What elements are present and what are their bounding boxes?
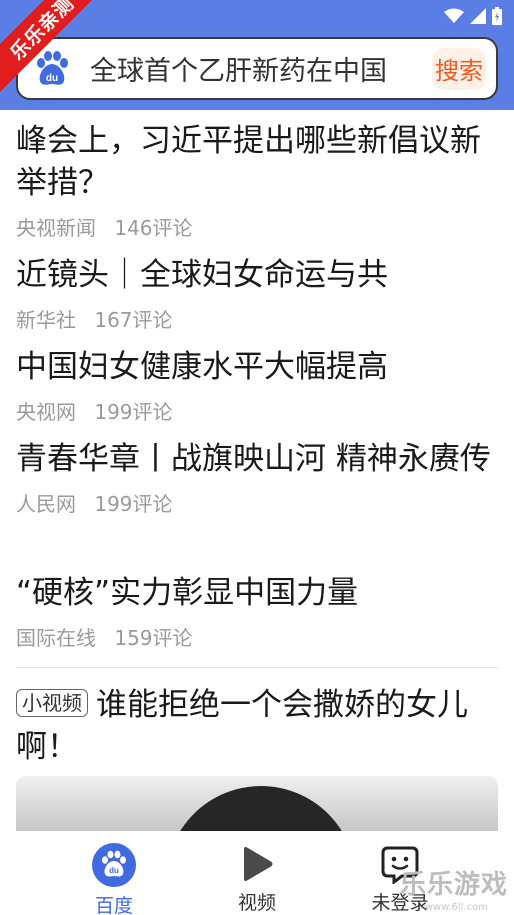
news-source: 央视新闻 (16, 216, 96, 240)
bottom-nav: du 百度 视频 未登录 乐乐游戏 www.6ll.com (0, 831, 514, 915)
nav-baidu[interactable]: du 百度 (64, 831, 164, 915)
news-source: 新华社 (16, 308, 76, 332)
svg-text:du: du (109, 866, 119, 875)
news-source: 人民网 (16, 492, 76, 516)
news-item[interactable]: 中国妇女健康水平大幅提高 央视网 199评论 (16, 346, 500, 425)
news-meta: 央视网 199评论 (16, 396, 500, 425)
search-input[interactable] (90, 53, 432, 84)
battery-icon (492, 7, 502, 25)
video-title: 小视频 谁能拒绝一个会撒娇的女儿啊！ (16, 684, 500, 768)
news-title: 青春华章丨战旗映山河 精神永赓传 (16, 441, 491, 477)
news-title: 近镜头｜全球妇女命运与共 (16, 257, 388, 293)
wifi-icon (444, 8, 464, 23)
video-thumbnail[interactable] (16, 776, 498, 831)
news-comment-count: 199评论 (94, 400, 173, 424)
watermark-url: www.6ll.com (424, 902, 488, 913)
news-comment-count: 199评论 (94, 492, 173, 516)
news-meta: 新华社 167评论 (16, 304, 500, 333)
news-source: 央视网 (16, 400, 76, 424)
nav-label: 视频 (237, 892, 276, 914)
news-title: 中国妇女健康水平大幅提高 (16, 349, 388, 385)
nav-video[interactable]: 视频 (207, 831, 307, 915)
watermark-logo: 乐乐游戏 (399, 870, 508, 900)
video-badge: 小视频 (16, 689, 88, 717)
news-comment-count: 146评论 (114, 216, 193, 240)
status-bar (444, 6, 502, 26)
news-title: “硬核”实力彰显中国力量 (16, 575, 359, 611)
news-item[interactable]: 近镜头｜全球妇女命运与共 新华社 167评论 (16, 254, 500, 333)
baidu-paw-icon: du (92, 843, 136, 887)
play-icon (235, 843, 279, 884)
video-item[interactable]: 小视频 谁能拒绝一个会撒娇的女儿啊！ (16, 684, 500, 768)
video-thumbnail-figure (166, 786, 356, 831)
nav-label: 百度 (94, 895, 133, 915)
search-button[interactable]: 搜索 (432, 47, 486, 90)
news-feed: 峰会上，习近平提出哪些新倡议新举措？ 央视新闻 146评论 近镜头｜全球妇女命运… (0, 110, 514, 831)
news-comment-count: 167评论 (94, 308, 173, 332)
news-title: 峰会上，习近平提出哪些新倡议新举措？ (16, 123, 481, 201)
news-item[interactable]: “硬核”实力彰显中国力量 国际在线 159评论 (16, 572, 500, 651)
search-bar[interactable]: du 搜索 (16, 37, 498, 100)
feed-divider (16, 667, 498, 668)
news-meta: 央视新闻 146评论 (16, 212, 500, 241)
news-item[interactable]: 青春华章丨战旗映山河 精神永赓传 人民网 199评论 (16, 438, 500, 517)
top-header: du 搜索 乐乐亲测 (0, 0, 514, 110)
news-item[interactable]: 峰会上，习近平提出哪些新倡议新举措？ 央视新闻 146评论 (16, 120, 500, 241)
news-meta: 国际在线 159评论 (16, 622, 500, 651)
news-source: 国际在线 (16, 626, 96, 650)
news-meta: 人民网 199评论 (16, 488, 500, 517)
news-comment-count: 159评论 (114, 626, 193, 650)
svg-text:du: du (46, 73, 58, 84)
signal-icon (470, 8, 486, 24)
